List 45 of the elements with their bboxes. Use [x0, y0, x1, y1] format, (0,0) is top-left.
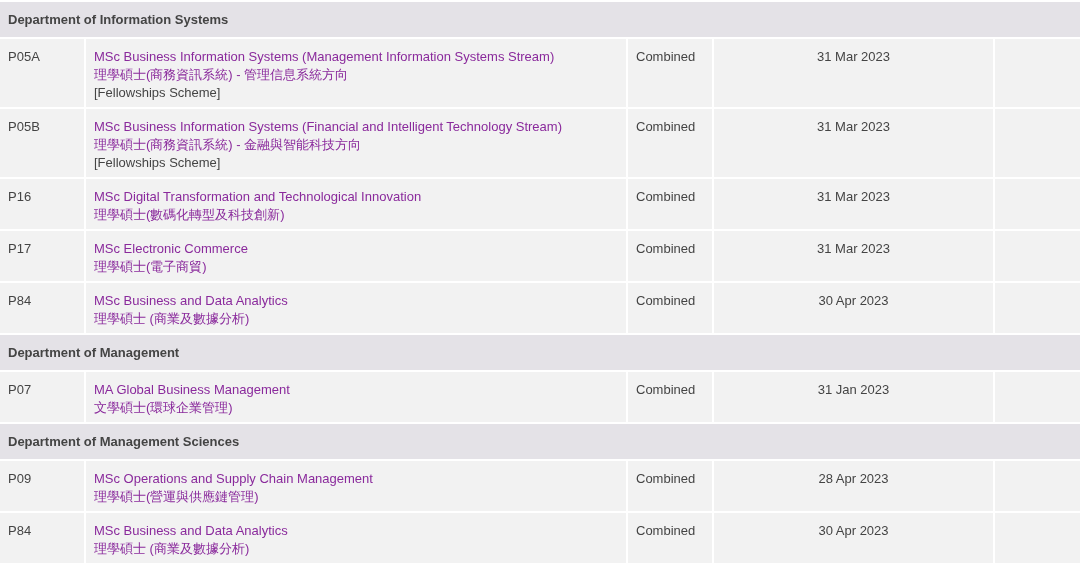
study-mode: Combined	[636, 48, 696, 66]
deadline-date: 31 Jan 2023	[817, 381, 890, 399]
programme-code: P16	[8, 188, 32, 206]
study-mode: Combined	[636, 240, 696, 258]
programme-link[interactable]: MSc Business Information Systems (Management Information Systems Stream)	[94, 48, 555, 66]
deadline-date: 30 Apr 2023	[818, 522, 889, 540]
programme-link[interactable]: 理學碩士 (商業及數據分析)	[94, 310, 250, 328]
deadline-date: 28 Apr 2023	[818, 470, 889, 488]
deadline-date: 31 Mar 2023	[817, 240, 890, 258]
deadline-date: 30 Apr 2023	[818, 292, 889, 310]
programme-link[interactable]: MSc Electronic Commerce	[94, 240, 248, 258]
programme-link[interactable]: 理學碩士(數碼化轉型及科技創新)	[94, 206, 285, 224]
programme-link[interactable]: 文學碩士(環球企業管理)	[94, 399, 233, 417]
programme-link[interactable]: 理學碩士 (商業及數據分析)	[94, 540, 250, 558]
study-mode: Combined	[636, 118, 696, 136]
programme-link[interactable]: MSc Operations and Supply Chain Management	[94, 470, 373, 488]
study-mode: Combined	[636, 292, 696, 310]
programme-code: P05B	[8, 118, 40, 136]
programme-code: P07	[8, 381, 32, 399]
deadline-date: 31 Mar 2023	[817, 118, 890, 136]
programme-code: P09	[8, 470, 32, 488]
study-mode: Combined	[636, 470, 696, 488]
deadline-date: 31 Mar 2023	[817, 48, 890, 66]
scheme-note: [Fellowships Scheme]	[94, 154, 221, 172]
programme-link[interactable]: MA Global Business Management	[94, 381, 290, 399]
programme-code: P84	[8, 522, 32, 540]
department-header: Department of Management Sciences	[0, 423, 1080, 460]
programme-link[interactable]: 理學碩士(商務資訊系統) - 管理信息系統方向	[94, 66, 349, 84]
study-mode: Combined	[636, 188, 696, 206]
programme-code: P84	[8, 292, 32, 310]
programme-link[interactable]: 理學碩士(電子商貿)	[94, 258, 207, 276]
department-header: Department of Management	[0, 334, 1080, 371]
programme-link[interactable]: MSc Business and Data Analytics	[94, 522, 288, 540]
scheme-note: [Fellowships Scheme]	[94, 84, 221, 102]
study-mode: Combined	[636, 522, 696, 540]
programme-link[interactable]: MSc Business and Data Analytics	[94, 292, 288, 310]
department-header: Department of Information Systems	[0, 1, 1080, 38]
programme-link[interactable]: 理學碩士(營運與供應鏈管理)	[94, 488, 259, 506]
study-mode: Combined	[636, 381, 696, 399]
programme-code: P17	[8, 240, 32, 258]
programme-link[interactable]: MSc Digital Transformation and Technological Innovation	[94, 188, 422, 206]
programme-link[interactable]: MSc Business Information Systems (Financial and Intelligent Technology Stream)	[94, 118, 562, 136]
programme-link[interactable]: 理學碩士(商務資訊系統) - 金融與智能科技方向	[94, 136, 362, 154]
programme-code: P05A	[8, 48, 40, 66]
deadline-date: 31 Mar 2023	[817, 188, 890, 206]
